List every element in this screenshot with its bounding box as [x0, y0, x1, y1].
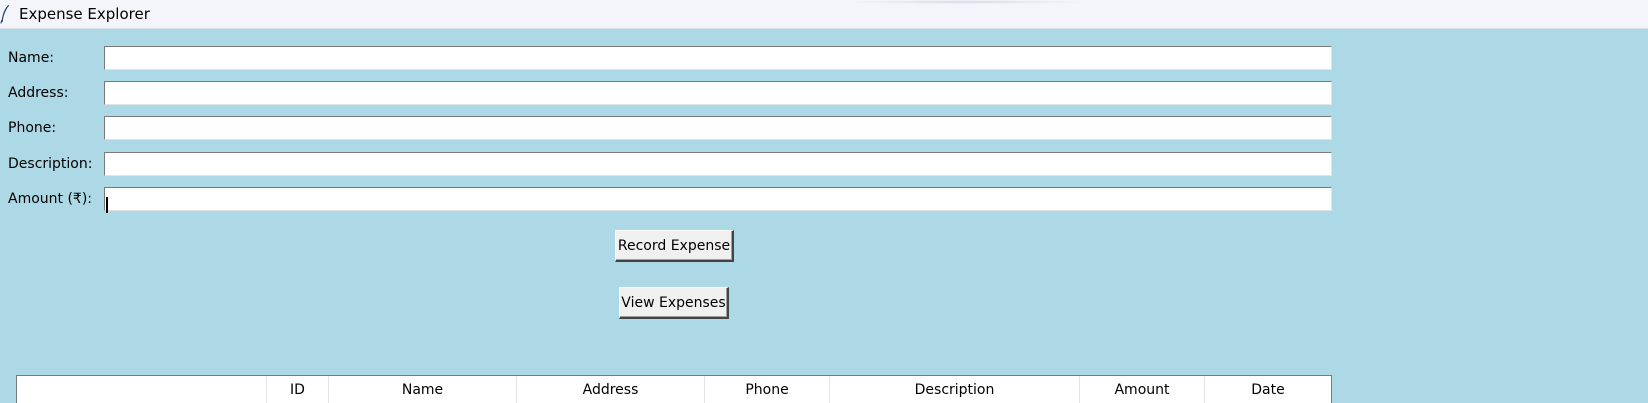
window-titlebar: Expense Explorer: [0, 0, 1648, 29]
window-title: Expense Explorer: [19, 5, 150, 23]
address-field[interactable]: [104, 81, 1332, 105]
column-header-description[interactable]: Description: [830, 376, 1080, 403]
name-label: Name:: [8, 50, 55, 66]
feather-icon: [0, 5, 10, 24]
description-label: Description:: [8, 156, 93, 172]
column-header-date[interactable]: Date: [1205, 376, 1331, 403]
record-expense-button[interactable]: Record Expense: [615, 230, 734, 262]
amount-label: Amount (₹):: [8, 191, 93, 207]
view-expenses-button[interactable]: View Expenses: [619, 287, 729, 319]
address-label: Address:: [8, 85, 69, 101]
description-field[interactable]: [104, 152, 1332, 176]
titlebar-highlight: [840, 0, 1090, 4]
column-header-tree[interactable]: [17, 376, 267, 403]
column-header-phone[interactable]: Phone: [705, 376, 830, 403]
amount-field[interactable]: [104, 187, 1332, 211]
column-header-address[interactable]: Address: [517, 376, 705, 403]
column-header-id[interactable]: ID: [267, 376, 329, 403]
phone-field[interactable]: [104, 116, 1332, 140]
column-header-name[interactable]: Name: [329, 376, 517, 403]
expenses-table-header: ID Name Address Phone Description Amount…: [16, 375, 1332, 403]
phone-label: Phone:: [8, 120, 57, 136]
name-field[interactable]: [104, 46, 1332, 70]
text-caret: [106, 197, 108, 213]
column-header-amount[interactable]: Amount: [1080, 376, 1205, 403]
